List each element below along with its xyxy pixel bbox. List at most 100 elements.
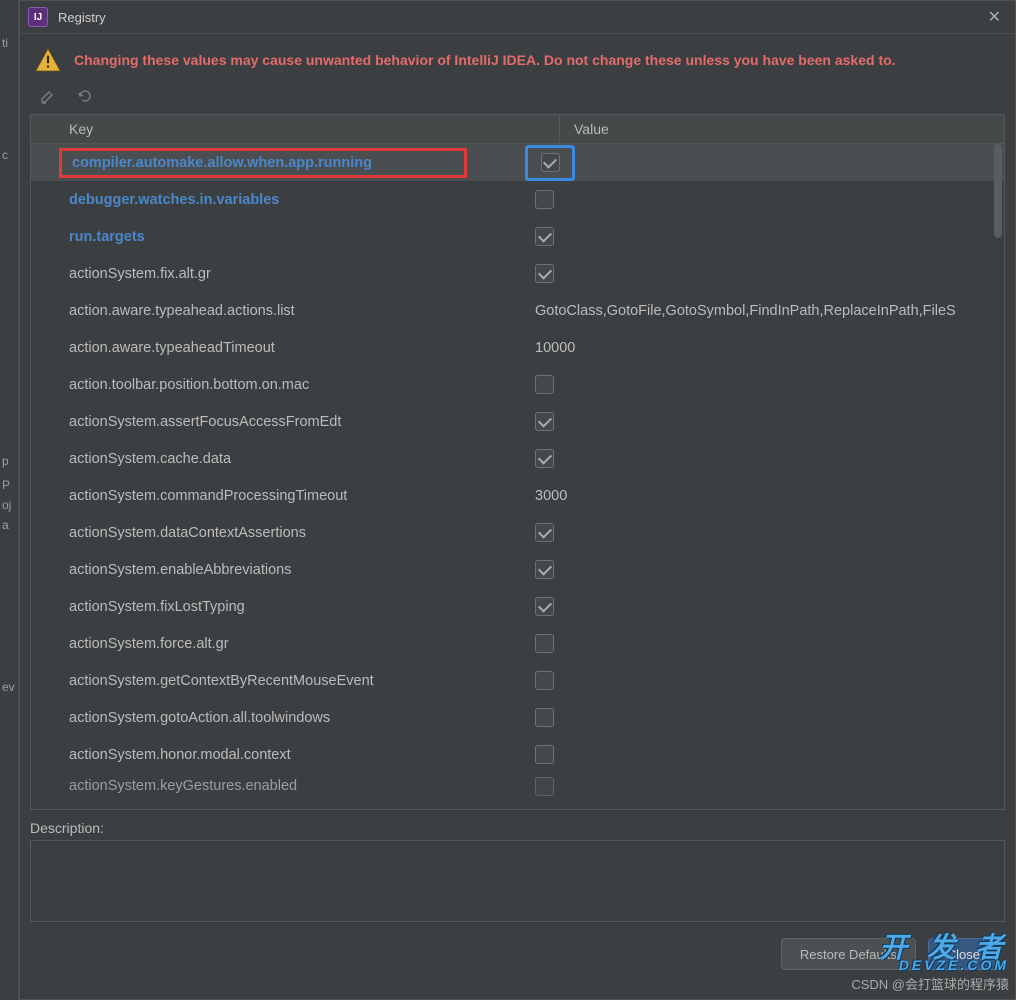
cell-key[interactable]: actionSystem.fix.alt.gr bbox=[31, 255, 521, 292]
table-row[interactable]: actionSystem.enableAbbreviations bbox=[31, 551, 1004, 588]
cell-value[interactable] bbox=[521, 736, 1004, 773]
registry-dialog: IJ Registry ✕ Changing these values may … bbox=[19, 0, 1016, 1000]
cell-value[interactable] bbox=[521, 551, 1004, 588]
registry-key: actionSystem.dataContextAssertions bbox=[69, 525, 306, 541]
table-row[interactable]: run.targets bbox=[31, 218, 1004, 255]
scrollbar-thumb[interactable] bbox=[994, 144, 1002, 238]
restore-defaults-button[interactable]: Restore Defaults bbox=[781, 938, 916, 970]
checkbox[interactable] bbox=[535, 375, 554, 394]
table-row[interactable]: actionSystem.getContextByRecentMouseEven… bbox=[31, 662, 1004, 699]
checkbox[interactable] bbox=[541, 153, 560, 172]
cell-key[interactable]: action.aware.typeaheadTimeout bbox=[31, 329, 521, 366]
registry-key: actionSystem.honor.modal.context bbox=[69, 747, 291, 763]
revert-icon[interactable] bbox=[74, 86, 94, 106]
cell-value[interactable] bbox=[521, 514, 1004, 551]
warning-icon bbox=[34, 48, 62, 72]
cell-value[interactable] bbox=[521, 403, 1004, 440]
checkbox[interactable] bbox=[535, 777, 554, 796]
registry-value: 10000 bbox=[535, 340, 575, 356]
cell-value[interactable] bbox=[521, 773, 1004, 799]
checkbox[interactable] bbox=[535, 745, 554, 764]
table-row[interactable]: actionSystem.cache.data bbox=[31, 440, 1004, 477]
cell-value[interactable] bbox=[521, 662, 1004, 699]
fragment: c bbox=[2, 148, 8, 162]
checkbox[interactable] bbox=[535, 634, 554, 653]
table-row[interactable]: actionSystem.honor.modal.context bbox=[31, 736, 1004, 773]
fragment: ti bbox=[2, 36, 8, 50]
registry-table: Key Value compiler.automake.allow.when.a… bbox=[30, 114, 1005, 810]
fragment: ev bbox=[2, 680, 15, 694]
cell-key[interactable]: debugger.watches.in.variables bbox=[31, 181, 521, 218]
cell-value[interactable] bbox=[521, 440, 1004, 477]
checkbox[interactable] bbox=[535, 708, 554, 727]
registry-key: actionSystem.fixLostTyping bbox=[69, 599, 245, 615]
cell-value[interactable] bbox=[521, 699, 1004, 736]
registry-key: compiler.automake.allow.when.app.running bbox=[72, 155, 372, 171]
table-row[interactable]: actionSystem.commandProcessingTimeout 300… bbox=[31, 477, 1004, 514]
cell-value[interactable]: 3000 bbox=[521, 477, 1004, 514]
column-header-key[interactable]: Key bbox=[31, 115, 560, 143]
checkbox[interactable] bbox=[535, 560, 554, 579]
cell-key[interactable]: action.aware.typeahead.actions.list bbox=[31, 292, 521, 329]
registry-key: run.targets bbox=[69, 229, 145, 245]
cell-value[interactable]: 10000 bbox=[521, 329, 1004, 366]
table-row[interactable]: actionSystem.fix.alt.gr bbox=[31, 255, 1004, 292]
cell-value[interactable] bbox=[521, 366, 1004, 403]
cell-value[interactable]: GotoClass,GotoFile,GotoSymbol,FindInPath… bbox=[521, 292, 1004, 329]
table-row[interactable]: actionSystem.dataContextAssertions bbox=[31, 514, 1004, 551]
cell-key[interactable]: actionSystem.dataContextAssertions bbox=[31, 514, 521, 551]
close-icon[interactable]: ✕ bbox=[982, 5, 1007, 29]
cell-key[interactable]: actionSystem.commandProcessingTimeout bbox=[31, 477, 521, 514]
checkbox[interactable] bbox=[535, 449, 554, 468]
table-row[interactable]: action.aware.typeahead.actions.listGotoC… bbox=[31, 292, 1004, 329]
cell-key[interactable]: actionSystem.cache.data bbox=[31, 440, 521, 477]
checkbox[interactable] bbox=[535, 227, 554, 246]
table-row[interactable]: actionSystem.fixLostTyping bbox=[31, 588, 1004, 625]
cell-value[interactable] bbox=[521, 181, 1004, 218]
cell-value[interactable] bbox=[521, 625, 1004, 662]
column-header-value[interactable]: Value bbox=[560, 115, 1004, 143]
cell-value[interactable] bbox=[521, 255, 1004, 292]
cell-key[interactable]: action.toolbar.position.bottom.on.mac bbox=[31, 366, 521, 403]
cell-key[interactable]: run.targets bbox=[31, 218, 521, 255]
cell-key[interactable]: actionSystem.honor.modal.context bbox=[31, 736, 521, 773]
registry-key: actionSystem.force.alt.gr bbox=[69, 636, 229, 652]
close-button[interactable]: Close bbox=[928, 938, 999, 970]
table-row[interactable]: compiler.automake.allow.when.app.running bbox=[31, 144, 1004, 181]
description-label: Description: bbox=[30, 820, 1005, 836]
cell-value[interactable] bbox=[521, 588, 1004, 625]
table-row[interactable]: action.aware.typeaheadTimeout 10000 bbox=[31, 329, 1004, 366]
checkbox[interactable] bbox=[535, 190, 554, 209]
fragment: oj bbox=[2, 498, 11, 512]
cell-value[interactable] bbox=[521, 218, 1004, 255]
cell-key[interactable]: compiler.automake.allow.when.app.running bbox=[31, 144, 521, 181]
table-row[interactable]: actionSystem.keyGestures.enabled bbox=[31, 773, 1004, 799]
table-row[interactable]: actionSystem.force.alt.gr bbox=[31, 625, 1004, 662]
registry-value: 3000 bbox=[535, 488, 567, 504]
cell-key[interactable]: actionSystem.enableAbbreviations bbox=[31, 551, 521, 588]
table-row[interactable]: actionSystem.assertFocusAccessFromEdt bbox=[31, 403, 1004, 440]
checkbox[interactable] bbox=[535, 264, 554, 283]
table-row[interactable]: action.toolbar.position.bottom.on.mac bbox=[31, 366, 1004, 403]
cell-value[interactable] bbox=[521, 144, 1004, 181]
warning-bar: Changing these values may cause unwanted… bbox=[20, 34, 1015, 82]
cell-key[interactable]: actionSystem.getContextByRecentMouseEven… bbox=[31, 662, 521, 699]
cell-key[interactable]: actionSystem.assertFocusAccessFromEdt bbox=[31, 403, 521, 440]
table-row[interactable]: actionSystem.gotoAction.all.toolwindows bbox=[31, 699, 1004, 736]
registry-key: actionSystem.getContextByRecentMouseEven… bbox=[69, 673, 374, 689]
titlebar: IJ Registry ✕ bbox=[20, 1, 1015, 34]
registry-key: actionSystem.cache.data bbox=[69, 451, 231, 467]
checkbox[interactable] bbox=[535, 523, 554, 542]
cell-key[interactable]: actionSystem.keyGestures.enabled bbox=[31, 773, 521, 799]
registry-key: actionSystem.commandProcessingTimeout bbox=[69, 488, 347, 504]
registry-key: actionSystem.keyGestures.enabled bbox=[69, 778, 297, 794]
app-icon: IJ bbox=[28, 7, 48, 27]
table-row[interactable]: debugger.watches.in.variables bbox=[31, 181, 1004, 218]
checkbox[interactable] bbox=[535, 597, 554, 616]
cell-key[interactable]: actionSystem.force.alt.gr bbox=[31, 625, 521, 662]
edit-icon[interactable] bbox=[38, 86, 58, 106]
checkbox[interactable] bbox=[535, 671, 554, 690]
cell-key[interactable]: actionSystem.fixLostTyping bbox=[31, 588, 521, 625]
checkbox[interactable] bbox=[535, 412, 554, 431]
cell-key[interactable]: actionSystem.gotoAction.all.toolwindows bbox=[31, 699, 521, 736]
